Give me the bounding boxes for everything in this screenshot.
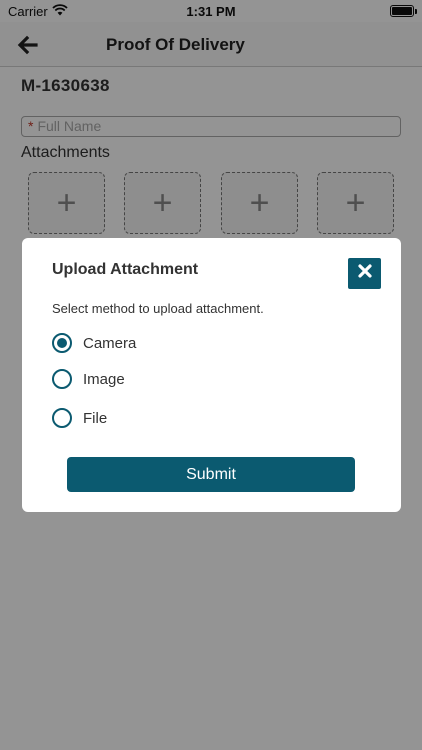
radio-selected-icon[interactable] (52, 333, 72, 353)
option-label: Image (83, 370, 125, 388)
close-x-icon (357, 264, 372, 283)
option-image[interactable]: Image (52, 369, 125, 389)
option-label: Camera (83, 334, 137, 352)
upload-attachment-dialog: Upload Attachment Select method to uploa… (22, 238, 401, 512)
dialog-title: Upload Attachment (52, 261, 199, 278)
option-camera[interactable]: Camera (52, 333, 136, 353)
radio-unselected-icon[interactable] (52, 369, 72, 389)
submit-button[interactable]: Submit (67, 457, 355, 492)
radio-unselected-icon[interactable] (52, 408, 72, 428)
option-file[interactable]: File (52, 408, 107, 428)
option-label: File (83, 409, 108, 427)
close-button[interactable] (348, 258, 381, 289)
dialog-prompt: Select method to upload attachment. (52, 301, 264, 316)
